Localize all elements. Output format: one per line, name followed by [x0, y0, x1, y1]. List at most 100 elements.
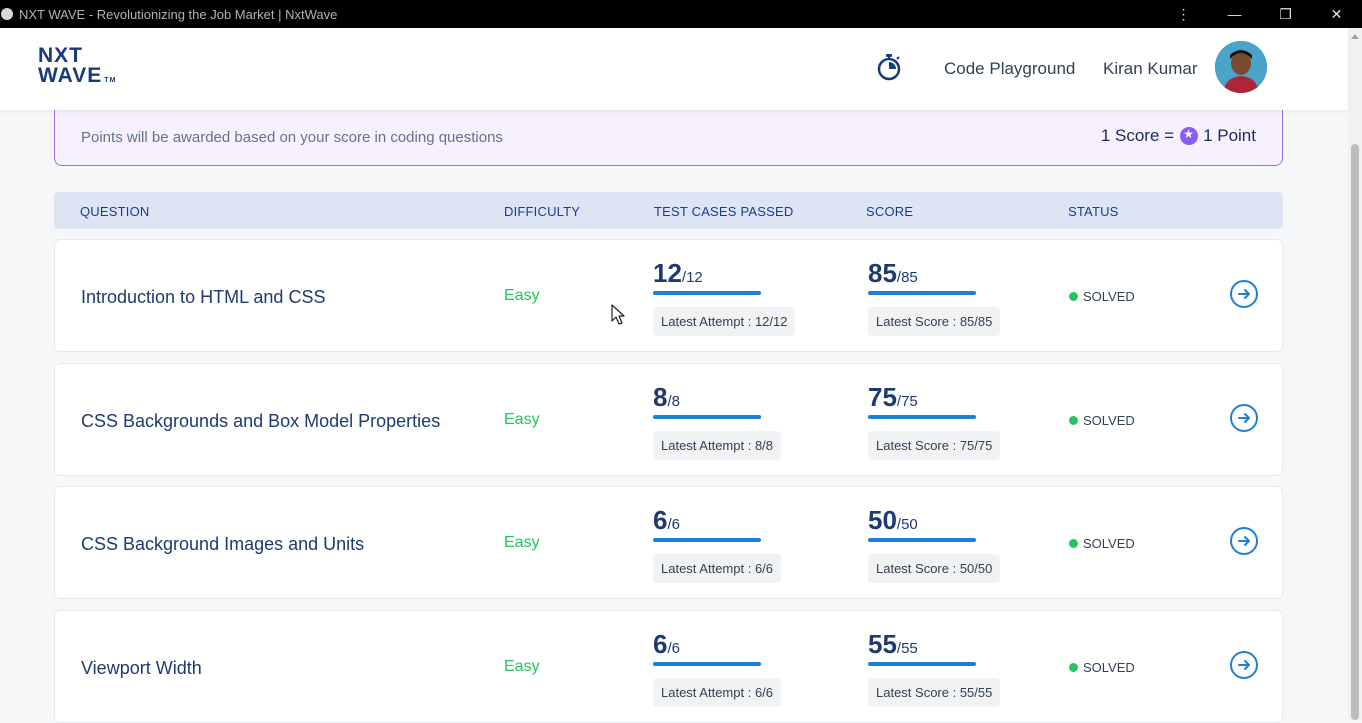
- header-question: QUESTION: [80, 204, 150, 219]
- table-row[interactable]: CSS Background Images and Units Easy 6/6…: [54, 486, 1283, 599]
- header-score: SCORE: [866, 204, 914, 219]
- status-badge: SOLVED: [1069, 536, 1135, 551]
- tc-latest-attempt: Latest Attempt : 6/6: [653, 678, 782, 707]
- tc-passed: 8: [653, 382, 668, 412]
- nxtwave-logo[interactable]: NXT WAVE TM: [38, 44, 117, 91]
- points-suffix: 1 Point: [1203, 126, 1256, 145]
- status-text: SOLVED: [1083, 289, 1135, 304]
- tc-total: /12: [681, 269, 703, 286]
- open-question-button[interactable]: [1230, 404, 1258, 432]
- tc-progress-bar: [653, 291, 761, 295]
- close-icon[interactable]: ✕: [1311, 0, 1362, 28]
- question-title[interactable]: CSS Background Images and Units: [81, 534, 364, 555]
- latest-score: Latest Score : 75/75: [868, 431, 1001, 460]
- score-progress-fill: [868, 538, 976, 542]
- tc-latest-attempt: Latest Attempt : 8/8: [653, 431, 782, 460]
- arrow-right-icon: [1238, 289, 1250, 299]
- status-dot: [1069, 292, 1078, 301]
- score-total: /75: [896, 393, 918, 410]
- stopwatch-icon[interactable]: [876, 53, 902, 81]
- logo-line2: WAVE TM: [38, 64, 117, 87]
- page-scrollbar[interactable]: [1348, 28, 1362, 720]
- score-metric: 50/50 Latest Score : 50/50: [868, 505, 1001, 583]
- browser-app-icon: [1, 8, 13, 20]
- difficulty-badge: Easy: [504, 411, 540, 428]
- test-cases-metric: 6/6 Latest Attempt : 6/6: [653, 505, 782, 583]
- mouse-cursor-icon: [611, 304, 625, 325]
- tc-latest-attempt: Latest Attempt : 6/6: [653, 554, 782, 583]
- window-titlebar: NXT WAVE - Revolutionizing the Job Marke…: [0, 0, 1362, 28]
- score-value: 85: [868, 258, 897, 288]
- score-progress-fill: [868, 291, 976, 295]
- table-row[interactable]: Introduction to HTML and CSS Easy 12/12 …: [54, 239, 1283, 352]
- top-header: NXT WAVE TM Code Playground Kiran Kumar: [0, 28, 1348, 110]
- points-info-banner: Points will be awarded based on your sco…: [54, 104, 1283, 166]
- question-title[interactable]: Introduction to HTML and CSS: [81, 287, 325, 308]
- score-progress-bar: [868, 415, 976, 419]
- banner-message: Points will be awarded based on your sco…: [81, 129, 503, 146]
- open-question-button[interactable]: [1230, 280, 1258, 308]
- tc-progress-fill: [653, 538, 761, 542]
- tc-total: /6: [667, 640, 680, 657]
- score-metric: 85/85 Latest Score : 85/85: [868, 258, 1001, 336]
- user-name[interactable]: Kiran Kumar: [1103, 59, 1197, 79]
- score-progress-bar: [868, 291, 976, 295]
- score-value: 55: [868, 629, 897, 659]
- tc-progress-bar: [653, 538, 761, 542]
- latest-score: Latest Score : 85/85: [868, 307, 1001, 336]
- tc-progress-fill: [653, 291, 761, 295]
- score-progress-bar: [868, 662, 976, 666]
- difficulty-badge: Easy: [504, 287, 540, 304]
- restore-icon[interactable]: ❐: [1260, 0, 1311, 28]
- logo-line1: NXT: [38, 44, 83, 67]
- open-question-button[interactable]: [1230, 651, 1258, 679]
- difficulty-badge: Easy: [504, 534, 540, 551]
- tc-passed: 6: [653, 629, 668, 659]
- arrow-right-icon: [1238, 413, 1250, 423]
- score-value: 75: [868, 382, 897, 412]
- tc-progress-bar: [653, 415, 761, 419]
- scroll-up-arrow-icon[interactable]: [1351, 34, 1359, 39]
- tc-passed: 6: [653, 505, 668, 535]
- more-options-icon[interactable]: ⋮: [1158, 0, 1209, 28]
- tc-progress-fill: [653, 415, 761, 419]
- score-progress-fill: [868, 415, 976, 419]
- tc-passed: 12: [653, 258, 682, 288]
- status-dot: [1069, 663, 1078, 672]
- open-question-button[interactable]: [1230, 527, 1258, 555]
- score-progress-fill: [868, 662, 976, 666]
- test-cases-metric: 12/12 Latest Attempt : 12/12: [653, 258, 796, 336]
- status-text: SOLVED: [1083, 536, 1135, 551]
- test-cases-metric: 6/6 Latest Attempt : 6/6: [653, 629, 782, 707]
- status-dot: [1069, 416, 1078, 425]
- avatar[interactable]: [1215, 41, 1267, 93]
- tc-progress-fill: [653, 662, 761, 666]
- score-total: /85: [896, 269, 918, 286]
- arrow-right-icon: [1238, 660, 1250, 670]
- question-title[interactable]: Viewport Width: [81, 658, 202, 679]
- header-difficulty: DIFFICULTY: [504, 204, 581, 219]
- tc-latest-attempt: Latest Attempt : 12/12: [653, 307, 796, 336]
- minimize-icon[interactable]: —: [1209, 0, 1260, 28]
- header-test-cases: TEST CASES PASSED: [654, 204, 794, 219]
- score-total: /55: [896, 640, 918, 657]
- score-total: /50: [896, 516, 918, 533]
- points-prefix: 1 Score =: [1100, 126, 1175, 145]
- status-text: SOLVED: [1083, 413, 1135, 428]
- status-text: SOLVED: [1083, 660, 1135, 675]
- tc-total: /8: [667, 393, 680, 410]
- table-row[interactable]: CSS Backgrounds and Box Model Properties…: [54, 363, 1283, 476]
- code-playground-link[interactable]: Code Playground: [944, 59, 1075, 79]
- status-badge: SOLVED: [1069, 289, 1135, 304]
- header-status: STATUS: [1068, 204, 1119, 219]
- score-value: 50: [868, 505, 897, 535]
- table-row[interactable]: Viewport Width Easy 6/6 Latest Attempt :…: [54, 610, 1283, 723]
- window-title: NXT WAVE - Revolutionizing the Job Marke…: [19, 6, 338, 22]
- test-cases-metric: 8/8 Latest Attempt : 8/8: [653, 382, 782, 460]
- arrow-right-icon: [1238, 536, 1250, 546]
- latest-score: Latest Score : 55/55: [868, 678, 1001, 707]
- scrollbar-thumb[interactable]: [1351, 144, 1359, 720]
- star-coin-icon: [1180, 127, 1199, 145]
- points-conversion: 1 Score = 1 Point: [1101, 126, 1256, 146]
- question-title[interactable]: CSS Backgrounds and Box Model Properties: [81, 411, 440, 432]
